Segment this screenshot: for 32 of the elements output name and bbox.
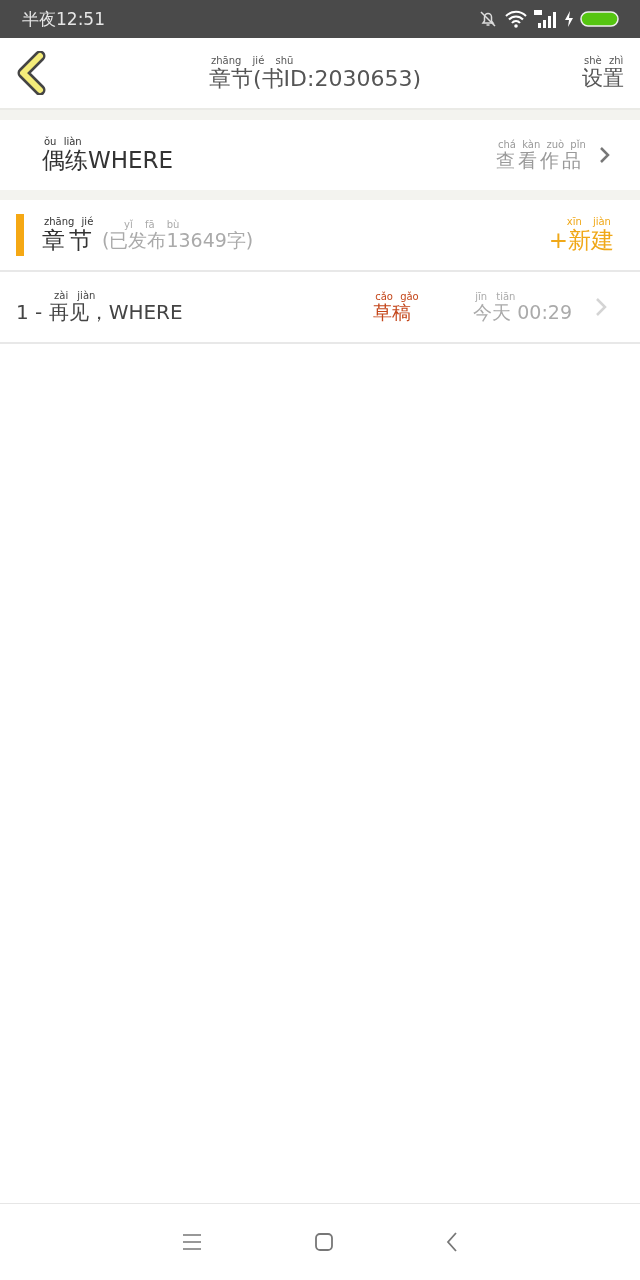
pinyin-annotation: ǒu liàn [43,136,82,148]
pinyin-annotation: zài jiàn [53,290,96,301]
chevron-right-icon [594,296,608,318]
pinyin-annotation: chá kàn zuò pǐn [497,138,586,150]
pinyin-annotation: zhāng jié shū [210,54,294,66]
accent-bar [16,214,24,256]
pinyin-annotation: zhāng jié [44,216,94,228]
chevron-right-icon[interactable] [598,145,612,165]
back-icon[interactable] [16,51,48,95]
status-time: 半夜12:51 [22,7,105,31]
pinyin-annotation: cǎo gǎo [374,290,419,302]
chapter-status: 草稿 [373,301,412,324]
pinyin-annotation: shè zhì [583,55,624,67]
signal-icon [534,9,558,29]
page-title: 章节(书ID:2030653) [209,65,421,92]
word-count: (已发布13649字) [102,229,254,252]
book-title: 偶练WHERE [42,147,174,174]
pinyin-annotation: xīn jiàn [565,216,611,228]
home-icon[interactable] [313,1231,335,1253]
wifi-icon [504,9,528,29]
settings-button[interactable]: 设置 [582,66,624,91]
chapter-time: 今天 00:29 [473,301,572,324]
menu-icon[interactable] [181,1232,203,1252]
chapter-title: 1 - 再见，WHERE [16,301,183,324]
pinyin-annotation: yǐ fā bù [123,218,180,230]
chapter-row[interactable]: zài jiàn 1 - 再见，WHERE cǎo gǎo 草稿 jīn tiān 今天 00:29 [0,272,640,344]
charging-icon [564,9,574,29]
pinyin-annotation: jīn tiān [474,290,516,302]
battery-icon [580,10,620,28]
section-title: 章节 [42,227,96,254]
back-nav-icon[interactable] [445,1231,459,1253]
bell-off-icon [478,9,498,29]
